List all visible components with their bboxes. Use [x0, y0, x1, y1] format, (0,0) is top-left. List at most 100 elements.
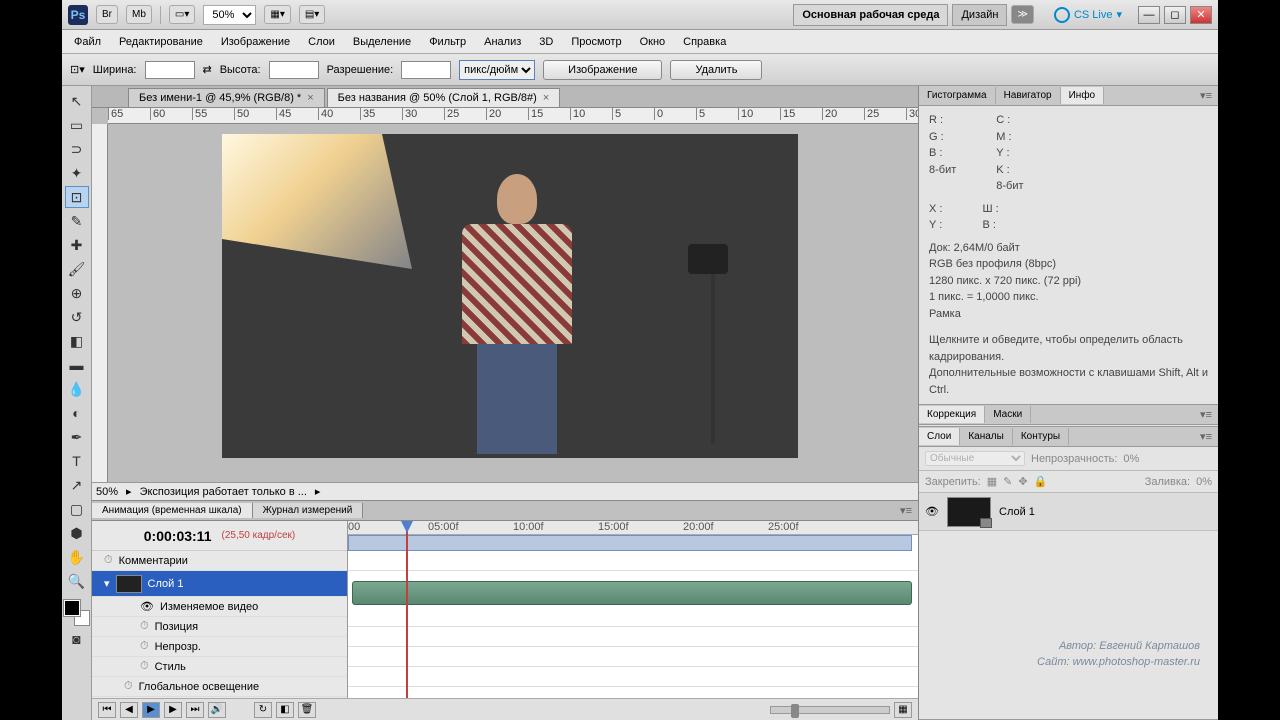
close-icon[interactable]: × — [543, 92, 549, 104]
image-button[interactable]: Изображение — [543, 60, 662, 80]
menu-edit[interactable]: Редактирование — [111, 33, 211, 51]
delete-frame-button[interactable]: 🗑 — [298, 702, 316, 718]
move-tool[interactable]: ↖ — [65, 90, 89, 112]
arrange-button[interactable]: ▦▾ — [264, 5, 290, 24]
workspace-more-button[interactable]: ≫ — [1011, 5, 1033, 24]
panel-menu-icon[interactable]: ▾≡ — [1194, 408, 1218, 421]
playhead[interactable] — [406, 521, 408, 698]
heal-tool[interactable]: ✚ — [65, 234, 89, 256]
stopwatch-icon[interactable]: ⏱ — [140, 640, 149, 653]
tab-animation[interactable]: Анимация (временная шкала) — [92, 503, 253, 518]
shape-tool[interactable]: ▢ — [65, 498, 89, 520]
path-tool[interactable]: ↗ — [65, 474, 89, 496]
tab-histogram[interactable]: Гистограмма — [919, 87, 996, 104]
tab-layers[interactable]: Слои — [919, 428, 960, 445]
color-swatches[interactable] — [64, 600, 90, 626]
layer-name[interactable]: Слой 1 — [999, 506, 1035, 518]
stopwatch-icon[interactable]: ⏱ — [124, 680, 133, 693]
extras-button[interactable]: ▤▾ — [299, 5, 325, 24]
tab-masks[interactable]: Маски — [985, 406, 1031, 423]
stamp-tool[interactable]: ⊕ — [65, 282, 89, 304]
tab-measurement-log[interactable]: Журнал измерений — [253, 503, 364, 518]
layer-thumbnail[interactable] — [947, 497, 991, 527]
tab-channels[interactable]: Каналы — [960, 428, 1013, 445]
stopwatch-icon[interactable]: ⏱ — [104, 554, 113, 567]
zoom-tool[interactable]: 🔍 — [65, 570, 89, 592]
screen-mode-button[interactable]: ▭▾ — [169, 5, 195, 24]
panel-menu-icon[interactable]: ▾≡ — [1194, 430, 1218, 443]
quickmask-tool[interactable]: ◙ — [65, 628, 89, 650]
zoom-slider[interactable] — [770, 706, 890, 714]
menu-file[interactable]: Файл — [66, 33, 109, 51]
close-button[interactable]: ✕ — [1190, 6, 1212, 24]
workspace-design[interactable]: Дизайн — [952, 4, 1007, 26]
swap-icon[interactable]: ⇄ — [203, 63, 212, 76]
dodge-tool[interactable]: ◐ — [65, 402, 89, 424]
type-tool[interactable]: T — [65, 450, 89, 472]
tab-adjustments[interactable]: Коррекция — [919, 406, 985, 423]
menu-select[interactable]: Выделение — [345, 33, 419, 51]
menu-help[interactable]: Справка — [675, 33, 734, 51]
tab-navigator[interactable]: Навигатор — [996, 87, 1061, 104]
lock-brush-icon[interactable]: ✎ — [1003, 475, 1012, 488]
panel-menu-icon[interactable]: ▾≡ — [1194, 89, 1218, 102]
stopwatch-icon[interactable]: ⏱ — [140, 660, 149, 673]
workspace-main[interactable]: Основная рабочая среда — [793, 4, 948, 26]
play-button[interactable]: ▶ — [142, 702, 160, 718]
menu-image[interactable]: Изображение — [213, 33, 298, 51]
menu-filter[interactable]: Фильтр — [421, 33, 474, 51]
fg-color-swatch[interactable] — [64, 600, 80, 616]
goto-start-button[interactable]: ⏮ — [98, 702, 116, 718]
menu-view[interactable]: Просмотр — [563, 33, 629, 51]
status-zoom[interactable]: 50% — [96, 486, 118, 498]
resolution-input[interactable] — [401, 61, 451, 79]
canvas-area[interactable]: 6560555045403530252015105051015202530354… — [92, 108, 918, 482]
timeline-area[interactable]: 0005:00f10:00f15:00f20:00f25:00f — [348, 521, 918, 698]
blur-tool[interactable]: 💧 — [65, 378, 89, 400]
lock-move-icon[interactable]: ✥ — [1018, 475, 1027, 488]
delete-button[interactable]: Удалить — [670, 60, 762, 80]
hand-tool[interactable]: ✋ — [65, 546, 89, 568]
video-clip[interactable] — [352, 581, 912, 605]
doctab-1[interactable]: Без имени-1 @ 45,9% (RGB/8) *× — [128, 88, 325, 107]
menu-window[interactable]: Окно — [632, 33, 674, 51]
marquee-tool[interactable]: ▭ — [65, 114, 89, 136]
brush-tool[interactable]: 🖌 — [65, 258, 89, 280]
canvas[interactable] — [222, 134, 798, 458]
goto-end-button[interactable]: ⏭ — [186, 702, 204, 718]
menu-analysis[interactable]: Анализ — [476, 33, 529, 51]
minimize-button[interactable]: — — [1138, 6, 1160, 24]
doctab-2[interactable]: Без названия @ 50% (Слой 1, RGB/8#)× — [327, 88, 561, 107]
audio-button[interactable]: 🔊 — [208, 702, 226, 718]
3d-tool[interactable]: ⬢ — [65, 522, 89, 544]
history-brush-tool[interactable]: ↺ — [65, 306, 89, 328]
visibility-icon[interactable]: 👁 — [925, 505, 939, 518]
menu-layer[interactable]: Слои — [300, 33, 343, 51]
cs-live-button[interactable]: CS Live ▾ — [1054, 7, 1122, 23]
wand-tool[interactable]: ✦ — [65, 162, 89, 184]
zoom-dropdown[interactable]: 50% — [203, 5, 256, 25]
panel-menu-icon[interactable]: ▾≡ — [894, 504, 918, 517]
eyedropper-tool[interactable]: ✎ — [65, 210, 89, 232]
stopwatch-icon[interactable]: ⏱ — [140, 620, 149, 633]
tab-info[interactable]: Инфо — [1061, 87, 1105, 104]
layer-row[interactable]: 👁 Слой 1 — [919, 493, 1218, 531]
disclosure-icon[interactable]: ▾ — [104, 577, 110, 590]
height-input[interactable] — [269, 61, 319, 79]
close-icon[interactable]: × — [307, 92, 313, 104]
menu-3d[interactable]: 3D — [531, 33, 561, 51]
prev-frame-button[interactable]: ◀ — [120, 702, 138, 718]
lock-pixels-icon[interactable]: ▦ — [987, 475, 997, 488]
bridge-button[interactable]: Br — [96, 5, 118, 24]
blend-mode-select[interactable]: Обычные — [925, 451, 1025, 466]
width-input[interactable] — [145, 61, 195, 79]
time-ruler[interactable]: 0005:00f10:00f15:00f20:00f25:00f — [348, 521, 918, 535]
maximize-button[interactable]: ◻ — [1164, 6, 1186, 24]
gradient-tool[interactable]: ▬ — [65, 354, 89, 376]
convert-frames-button[interactable]: ▦ — [894, 702, 912, 718]
minibridge-button[interactable]: Mb — [126, 5, 152, 24]
tab-paths[interactable]: Контуры — [1013, 428, 1069, 445]
eraser-tool[interactable]: ◧ — [65, 330, 89, 352]
onion-button[interactable]: ◧ — [276, 702, 294, 718]
timeline-layer-row[interactable]: ▾ Слой 1 — [92, 571, 347, 597]
